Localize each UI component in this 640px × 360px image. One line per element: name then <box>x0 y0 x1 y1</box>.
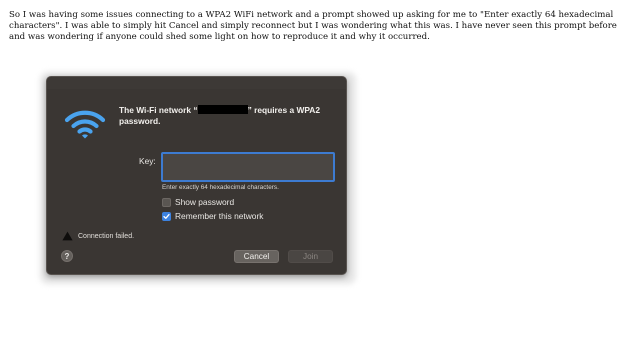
warning-triangle-icon <box>62 231 73 241</box>
checked-box-icon[interactable] <box>162 211 171 221</box>
page: So I was having some issues connecting t… <box>0 0 640 360</box>
unchecked-box-icon[interactable] <box>162 197 171 207</box>
post-body-text: So I was having some issues connecting t… <box>9 10 617 42</box>
dialog-title: The Wi-Fi network “” requires a WPA2 pas… <box>119 105 339 127</box>
show-password-checkbox[interactable]: Show password <box>162 197 234 207</box>
title-prefix: The Wi-Fi network “ <box>119 105 198 115</box>
join-button[interactable]: Join <box>288 250 333 263</box>
key-hint: Enter exactly 64 hexadecimal characters. <box>162 184 279 191</box>
key-label: Key: <box>139 156 156 166</box>
status-text: Connection failed. <box>78 232 135 240</box>
wifi-password-dialog: The Wi-Fi network “” requires a WPA2 pas… <box>46 76 347 275</box>
redacted-network-name <box>197 105 248 114</box>
help-button[interactable]: ? <box>61 250 73 262</box>
connection-status: Connection failed. <box>62 231 134 241</box>
remember-network-label: Remember this network <box>175 211 264 221</box>
checkmark-icon <box>163 213 170 219</box>
remember-network-checkbox[interactable]: Remember this network <box>162 211 263 221</box>
key-input[interactable] <box>161 152 335 182</box>
show-password-label: Show password <box>175 197 235 207</box>
wifi-icon <box>64 110 106 139</box>
dialog-titlebar <box>47 77 346 89</box>
cancel-button[interactable]: Cancel <box>234 250 279 263</box>
